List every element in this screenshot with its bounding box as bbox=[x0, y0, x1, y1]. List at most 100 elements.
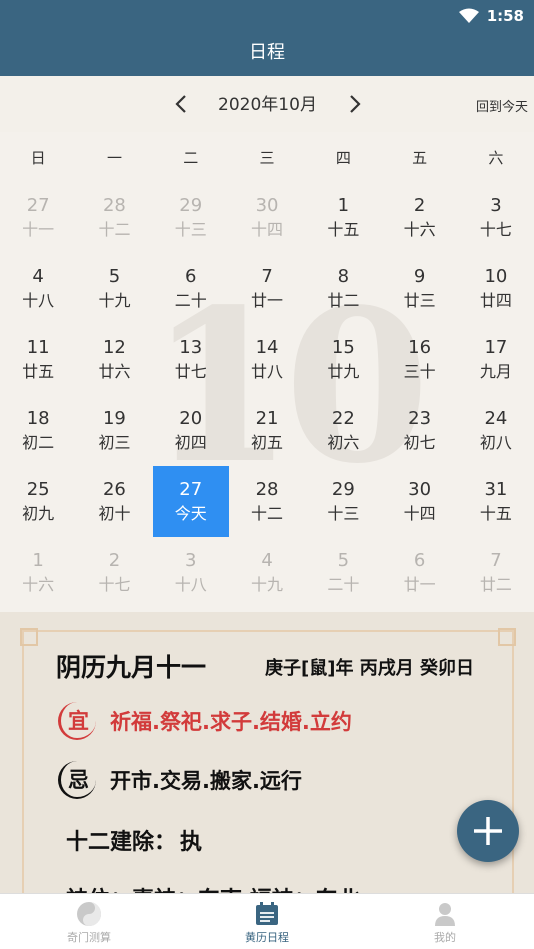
tab-profile[interactable]: 我的 bbox=[356, 894, 534, 949]
day-cell[interactable]: 2 十七 bbox=[76, 537, 152, 608]
almanac-detail: 阴历九月十一 庚子[鼠]年 丙戌月 癸卯日 宜 祈福.祭祀.求子.结婚.立约 忌… bbox=[0, 612, 534, 894]
lunar-day: 十六 bbox=[403, 219, 436, 239]
weekday-label: 四 bbox=[335, 149, 351, 167]
page-title: 日程 bbox=[249, 42, 285, 63]
day-number: 2 bbox=[413, 194, 426, 216]
chevron-right-icon bbox=[350, 95, 361, 113]
lunar-day: 初六 bbox=[327, 432, 360, 452]
lunar-day: 十九 bbox=[98, 290, 131, 310]
day-cell[interactable]: 25 初九 bbox=[0, 466, 76, 537]
day-cell[interactable]: 28 十二 bbox=[229, 466, 305, 537]
tab-qimen[interactable]: 奇门测算 bbox=[0, 894, 178, 949]
day-cell[interactable]: 31 十五 bbox=[458, 466, 534, 537]
weekday-header: 日一二三四五六 bbox=[0, 132, 534, 182]
day-cell-today[interactable]: 27 今天 bbox=[152, 466, 229, 537]
lunar-day: 三十 bbox=[403, 361, 436, 381]
ji-seal-icon: 忌 bbox=[58, 761, 96, 799]
day-number: 23 bbox=[408, 407, 432, 429]
weekday-label: 日 bbox=[30, 149, 46, 167]
day-cell[interactable]: 15 廿九 bbox=[305, 324, 381, 395]
day-cell[interactable]: 6 廿一 bbox=[381, 537, 457, 608]
day-cell[interactable]: 26 初十 bbox=[76, 466, 152, 537]
day-number: 10 bbox=[484, 265, 508, 287]
lunar-day: 十八 bbox=[174, 574, 207, 594]
next-month-button[interactable] bbox=[341, 90, 369, 118]
day-cell[interactable]: 24 初八 bbox=[458, 395, 534, 466]
day-cell[interactable]: 29 十三 bbox=[153, 182, 229, 253]
lunar-day: 廿二 bbox=[327, 290, 360, 310]
day-cell[interactable]: 4 十九 bbox=[229, 537, 305, 608]
day-cell[interactable]: 3 十七 bbox=[458, 182, 534, 253]
day-cell[interactable]: 12 廿六 bbox=[76, 324, 152, 395]
day-cell[interactable]: 1 十五 bbox=[305, 182, 381, 253]
day-number: 6 bbox=[185, 265, 197, 287]
day-cell[interactable]: 22 初六 bbox=[305, 395, 381, 466]
tab-label: 奇门测算 bbox=[67, 931, 111, 944]
day-number: 25 bbox=[26, 478, 50, 500]
prev-month-button[interactable] bbox=[167, 90, 195, 118]
day-cell[interactable]: 2 十六 bbox=[381, 182, 457, 253]
add-event-button[interactable] bbox=[457, 800, 519, 862]
lunar-day: 初十 bbox=[98, 503, 131, 523]
day-number: 27 bbox=[179, 478, 203, 500]
day-cell[interactable]: 8 廿二 bbox=[305, 253, 381, 324]
day-cell[interactable]: 20 初四 bbox=[153, 395, 229, 466]
lunar-day: 廿六 bbox=[98, 361, 131, 381]
day-cell[interactable]: 13 廿七 bbox=[153, 324, 229, 395]
yin-yang-icon bbox=[75, 900, 103, 928]
day-cell[interactable]: 10 廿四 bbox=[458, 253, 534, 324]
wifi-icon bbox=[458, 8, 479, 23]
day-cell[interactable]: 30 十四 bbox=[381, 466, 457, 537]
status-time: 1:58 bbox=[486, 7, 524, 25]
day-cell[interactable]: 19 初三 bbox=[76, 395, 152, 466]
yi-seal-icon: 宜 bbox=[58, 702, 96, 740]
back-to-today-button[interactable]: 回到今天 bbox=[476, 96, 528, 115]
weekday-label: 一 bbox=[106, 149, 122, 167]
day-cell[interactable]: 18 初二 bbox=[0, 395, 76, 466]
day-cell[interactable]: 16 三十 bbox=[381, 324, 457, 395]
lunar-day: 十五 bbox=[327, 219, 360, 239]
day-number: 29 bbox=[179, 194, 203, 216]
day-cell[interactable]: 9 廿三 bbox=[381, 253, 457, 324]
day-cell[interactable]: 27 十一 bbox=[0, 182, 76, 253]
lunar-day: 二十 bbox=[174, 290, 207, 310]
day-number: 26 bbox=[102, 478, 126, 500]
calendar-icon bbox=[253, 900, 281, 928]
lunar-day: 初八 bbox=[479, 432, 512, 452]
day-cell[interactable]: 5 二十 bbox=[305, 537, 381, 608]
ji-items: 开市.交易.搬家.远行 bbox=[110, 769, 302, 793]
day-cell[interactable]: 17 九月 bbox=[458, 324, 534, 395]
day-cell[interactable]: 6 二十 bbox=[153, 253, 229, 324]
day-number: 29 bbox=[331, 478, 355, 500]
day-number: 2 bbox=[108, 549, 121, 571]
tab-label: 黄历日程 bbox=[245, 931, 289, 944]
day-number: 15 bbox=[331, 336, 355, 358]
status-bar: 1:58 bbox=[458, 6, 524, 26]
day-cell[interactable]: 21 初五 bbox=[229, 395, 305, 466]
day-cell[interactable]: 30 十四 bbox=[229, 182, 305, 253]
frame-corner-ornament bbox=[20, 628, 38, 646]
day-cell[interactable]: 23 初七 bbox=[381, 395, 457, 466]
lunar-day: 十二 bbox=[98, 219, 131, 239]
ganzhi-date: 庚子[鼠]年 丙戌月 癸卯日 bbox=[265, 658, 474, 679]
day-cell[interactable]: 7 廿一 bbox=[229, 253, 305, 324]
day-cell[interactable]: 4 十八 bbox=[0, 253, 76, 324]
day-cell[interactable]: 5 十九 bbox=[76, 253, 152, 324]
day-cell[interactable]: 28 十二 bbox=[76, 182, 152, 253]
day-cell[interactable]: 11 廿五 bbox=[0, 324, 76, 395]
tab-almanac[interactable]: 黄历日程 bbox=[178, 894, 356, 949]
month-navigation: 2020年10月 回到今天 bbox=[0, 76, 534, 132]
lunar-day: 十二 bbox=[251, 503, 284, 523]
lunar-day: 十九 bbox=[251, 574, 284, 594]
day-cell[interactable]: 7 廿二 bbox=[458, 537, 534, 608]
app-header: 1:58 日程 bbox=[0, 0, 534, 76]
day-cell[interactable]: 14 廿八 bbox=[229, 324, 305, 395]
day-number: 28 bbox=[102, 194, 126, 216]
day-cell[interactable]: 1 十六 bbox=[0, 537, 76, 608]
day-cell[interactable]: 3 十八 bbox=[153, 537, 229, 608]
lunar-day: 廿二 bbox=[479, 574, 512, 594]
day-number: 5 bbox=[108, 265, 121, 287]
day-cell[interactable]: 29 十三 bbox=[305, 466, 381, 537]
lunar-day: 廿九 bbox=[327, 361, 360, 381]
day-number: 4 bbox=[261, 549, 273, 571]
